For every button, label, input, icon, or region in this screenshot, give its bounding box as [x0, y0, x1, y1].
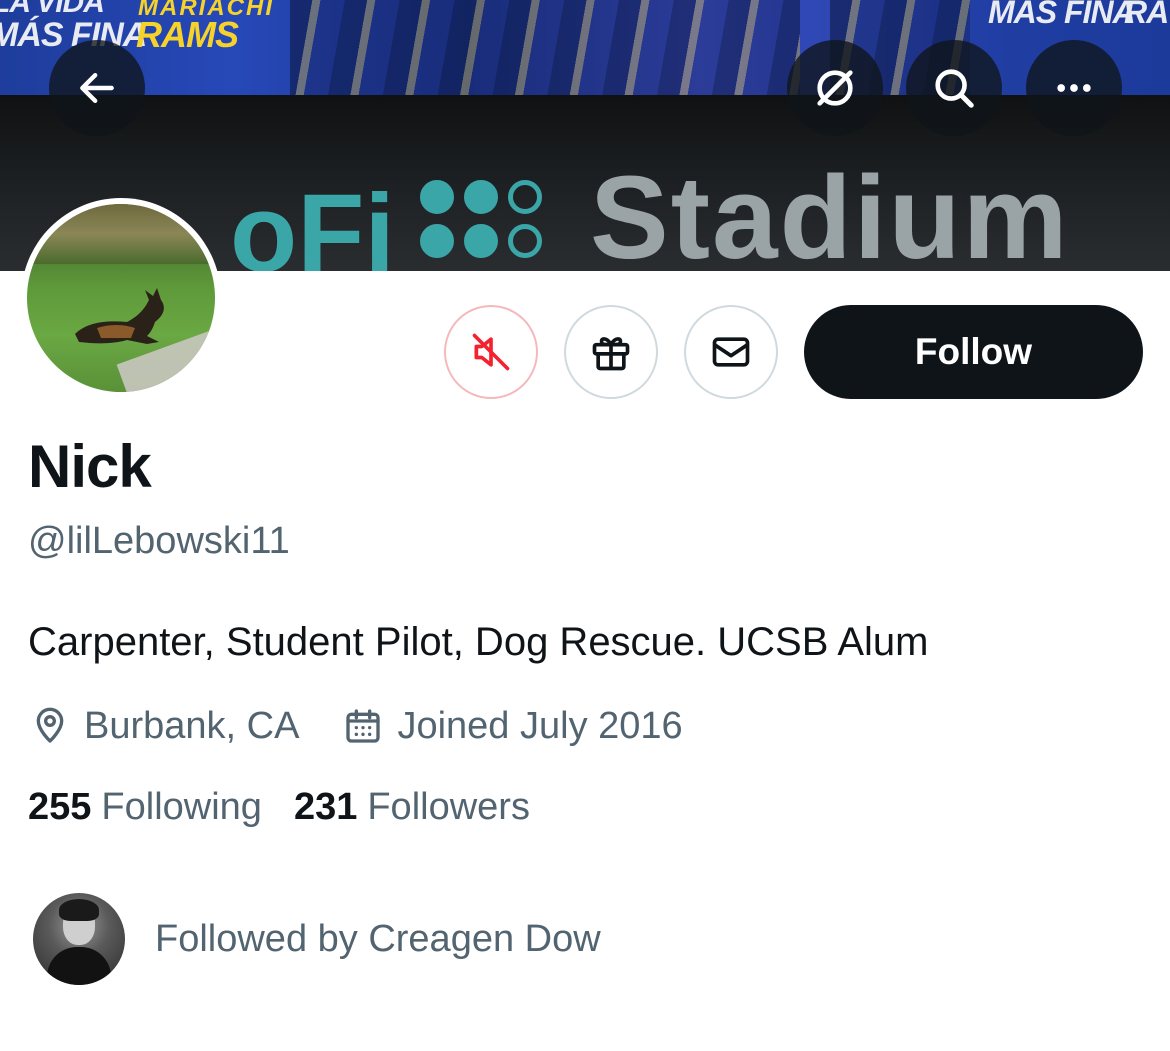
- mute-icon: [472, 333, 510, 371]
- search-icon: [935, 69, 974, 108]
- avatar-image: [27, 204, 215, 392]
- dog-figure: [75, 288, 164, 344]
- profile-handle: @lilLebowski11: [28, 520, 290, 562]
- followed-by-text: Followed by Creagen Dow: [155, 917, 601, 960]
- banner-text: MÁS FINA: [988, 0, 1136, 30]
- unmute-button[interactable]: [444, 305, 538, 399]
- follow-button[interactable]: Follow: [804, 305, 1143, 399]
- profile-meta: Burbank, CA Joined July 2016: [30, 701, 683, 751]
- location-pin-icon: [36, 707, 64, 743]
- followers-label: Followers: [367, 786, 530, 828]
- following-label: Following: [101, 786, 262, 828]
- joined-item: Joined July 2016: [343, 704, 683, 748]
- followed-by-row[interactable]: Followed by Creagen Dow: [33, 893, 601, 985]
- banner-text: RAMS: [136, 14, 239, 55]
- following-count: 255: [28, 786, 92, 828]
- message-button[interactable]: [684, 305, 778, 399]
- mail-icon: [712, 337, 750, 367]
- no-entry-icon: [817, 70, 853, 106]
- banner-logo-dots: [420, 180, 560, 271]
- profile-avatar[interactable]: [21, 198, 221, 398]
- follower-avatar: [33, 893, 125, 985]
- joined-text: Joined July 2016: [397, 704, 683, 747]
- banner-sign-text: oFi: [230, 172, 395, 271]
- followers-count: 231: [293, 786, 358, 828]
- banner-text: RA: [1124, 0, 1169, 30]
- gift-button[interactable]: [564, 305, 658, 399]
- hide-button[interactable]: [787, 40, 883, 136]
- location-text: Burbank, CA: [84, 704, 300, 747]
- banner-sign-text: Stadium: [590, 152, 1070, 271]
- profile-bio: Carpenter, Student Pilot, Dog Rescue. UC…: [28, 620, 929, 664]
- followers-link[interactable]: 231 Followers: [294, 786, 530, 829]
- search-button[interactable]: [906, 40, 1002, 136]
- gift-icon: [592, 337, 630, 371]
- location-item: Burbank, CA: [30, 705, 299, 748]
- more-horizontal-icon: [1057, 84, 1091, 92]
- more-button[interactable]: [1026, 40, 1122, 136]
- follow-stats: 255 Following 231 Followers: [28, 786, 530, 829]
- calendar-icon: [346, 709, 381, 743]
- profile-name: Nick: [28, 433, 152, 500]
- back-button[interactable]: [49, 40, 145, 136]
- arrow-left-icon: [80, 72, 114, 104]
- following-link[interactable]: 255 Following: [28, 786, 262, 829]
